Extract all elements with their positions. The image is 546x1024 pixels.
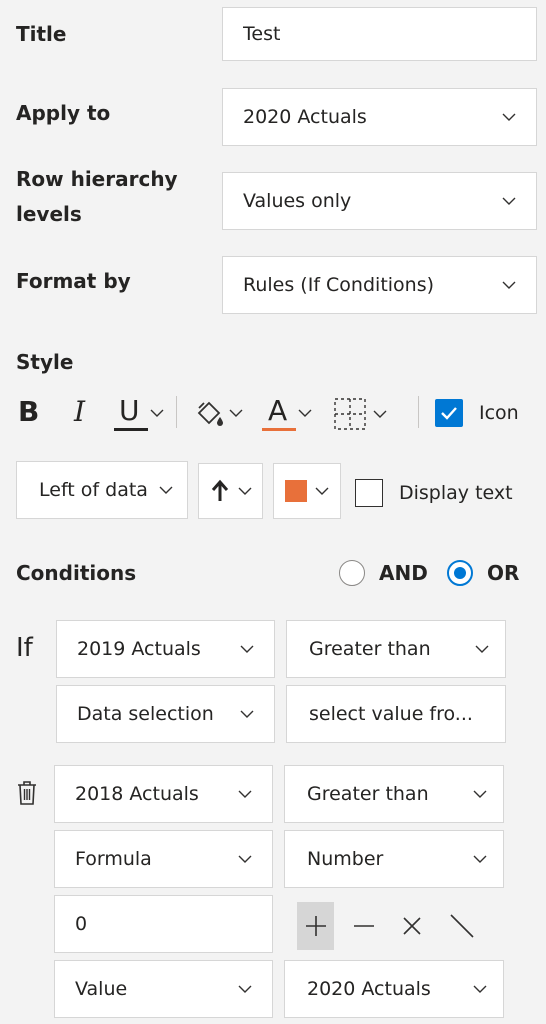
chevron-down-icon bbox=[315, 484, 329, 498]
toolbar-divider bbox=[418, 396, 419, 428]
condition2-operand-type-value: Value bbox=[75, 978, 128, 1000]
font-color-bar bbox=[262, 428, 296, 431]
and-label: AND bbox=[379, 561, 428, 585]
or-option[interactable]: OR bbox=[447, 559, 519, 587]
icon-position-dropdown[interactable]: Left of data bbox=[16, 461, 188, 519]
condition1-value-type-dropdown[interactable]: Data selection bbox=[56, 685, 275, 743]
chevron-down-icon bbox=[229, 406, 243, 420]
chevron-down-icon bbox=[473, 982, 487, 996]
condition1-value-type-value: Data selection bbox=[77, 703, 214, 725]
borders-button[interactable] bbox=[333, 394, 387, 434]
or-radio[interactable] bbox=[447, 560, 473, 586]
background-color-button[interactable] bbox=[193, 392, 243, 434]
condition2-operand-dropdown[interactable]: 2020 Actuals bbox=[284, 960, 504, 1018]
underline-button[interactable]: U bbox=[114, 392, 164, 434]
chevron-down-icon bbox=[238, 484, 252, 498]
divide-operator-button[interactable] bbox=[446, 902, 478, 950]
plus-icon bbox=[304, 914, 328, 938]
condition2-number-input[interactable]: 0 bbox=[54, 895, 273, 953]
apply-to-label: Apply to bbox=[16, 101, 111, 125]
apply-to-value: 2020 Actuals bbox=[243, 106, 367, 128]
plus-operator-button[interactable] bbox=[297, 902, 334, 950]
condition2-field-dropdown[interactable]: 2018 Actuals bbox=[54, 765, 273, 823]
condition2-value-kind-dropdown[interactable]: Number bbox=[284, 830, 504, 888]
chevron-down-icon bbox=[502, 194, 516, 208]
condition1-value-selector[interactable]: select value fro... bbox=[286, 685, 506, 743]
chevron-down-icon bbox=[373, 407, 387, 421]
divide-icon bbox=[449, 913, 475, 939]
chevron-down-icon bbox=[502, 110, 516, 124]
minus-operator-button[interactable] bbox=[349, 902, 379, 950]
row-hierarchy-label-line2: levels bbox=[16, 202, 82, 226]
title-input[interactable]: Test bbox=[222, 7, 537, 61]
icon-toggle[interactable]: Icon bbox=[435, 398, 519, 428]
row-hierarchy-dropdown[interactable]: Values only bbox=[222, 172, 537, 230]
chevron-down-icon bbox=[475, 642, 489, 656]
chevron-down-icon bbox=[238, 787, 252, 801]
display-text-label: Display text bbox=[399, 482, 513, 504]
condition2-value-type-dropdown[interactable]: Formula bbox=[54, 830, 273, 888]
toolbar-divider bbox=[176, 396, 177, 428]
font-color-glyph: A bbox=[268, 394, 288, 427]
condition1-field-value: 2019 Actuals bbox=[77, 638, 201, 660]
format-by-dropdown[interactable]: Rules (If Conditions) bbox=[222, 256, 537, 314]
bold-button[interactable]: B bbox=[18, 392, 58, 432]
underline-color-bar bbox=[114, 428, 148, 431]
row-hierarchy-value: Values only bbox=[243, 190, 352, 212]
multiply-operator-button[interactable] bbox=[397, 902, 427, 950]
condition1-operator-dropdown[interactable]: Greater than bbox=[286, 620, 506, 678]
and-option[interactable]: AND bbox=[339, 559, 428, 587]
condition2-operator-dropdown[interactable]: Greater than bbox=[284, 765, 504, 823]
or-label: OR bbox=[487, 561, 520, 585]
condition2-number-value: 0 bbox=[75, 913, 88, 935]
title-input-value: Test bbox=[243, 23, 281, 45]
font-color-button[interactable]: A bbox=[262, 392, 312, 434]
condition2-operand-type-dropdown[interactable]: Value bbox=[54, 960, 273, 1018]
paint-bucket-icon bbox=[193, 397, 225, 429]
chevron-down-icon bbox=[238, 852, 252, 866]
chevron-down-icon bbox=[473, 852, 487, 866]
icon-color-dropdown[interactable] bbox=[273, 463, 341, 519]
chevron-down-icon bbox=[240, 642, 254, 656]
chevron-down-icon bbox=[150, 406, 164, 420]
conditions-label: Conditions bbox=[16, 561, 137, 585]
condition2-value-type-value: Formula bbox=[75, 848, 152, 870]
and-radio[interactable] bbox=[339, 560, 365, 586]
condition2-field-value: 2018 Actuals bbox=[75, 783, 199, 805]
condition2-value-kind-value: Number bbox=[307, 848, 384, 870]
condition1-field-dropdown[interactable]: 2019 Actuals bbox=[56, 620, 275, 678]
chevron-down-icon bbox=[238, 982, 252, 996]
italic-button[interactable]: I bbox=[74, 392, 104, 432]
trash-icon[interactable] bbox=[16, 780, 38, 810]
chevron-down-icon bbox=[159, 483, 173, 497]
icon-picker-dropdown[interactable] bbox=[198, 463, 263, 519]
icon-checkbox[interactable] bbox=[435, 399, 463, 427]
format-by-label: Format by bbox=[16, 269, 131, 293]
display-text-checkbox[interactable] bbox=[355, 479, 383, 507]
format-by-value: Rules (If Conditions) bbox=[243, 274, 435, 296]
borders-icon bbox=[333, 397, 367, 431]
chevron-down-icon bbox=[240, 707, 254, 721]
multiply-icon bbox=[401, 915, 423, 937]
condition1-operator-value: Greater than bbox=[309, 638, 431, 660]
chevron-down-icon bbox=[473, 787, 487, 801]
condition2-operator-value: Greater than bbox=[307, 783, 429, 805]
arrow-up-icon bbox=[210, 479, 230, 503]
row-hierarchy-label-line1: Row hierarchy bbox=[16, 167, 178, 191]
underline-glyph: U bbox=[119, 394, 140, 427]
title-label: Title bbox=[16, 22, 67, 46]
condition2-operand-value: 2020 Actuals bbox=[307, 978, 431, 1000]
icon-position-value: Left of data bbox=[39, 479, 148, 501]
icon-checkbox-label: Icon bbox=[479, 402, 519, 424]
chevron-down-icon bbox=[502, 278, 516, 292]
style-label: Style bbox=[16, 350, 74, 374]
chevron-down-icon bbox=[298, 406, 312, 420]
icon-color-swatch bbox=[285, 480, 307, 502]
display-text-toggle[interactable]: Display text bbox=[355, 478, 513, 508]
condition1-value: select value fro... bbox=[309, 703, 473, 725]
minus-icon bbox=[352, 914, 376, 938]
if-label: If bbox=[16, 633, 33, 663]
apply-to-dropdown[interactable]: 2020 Actuals bbox=[222, 88, 537, 146]
